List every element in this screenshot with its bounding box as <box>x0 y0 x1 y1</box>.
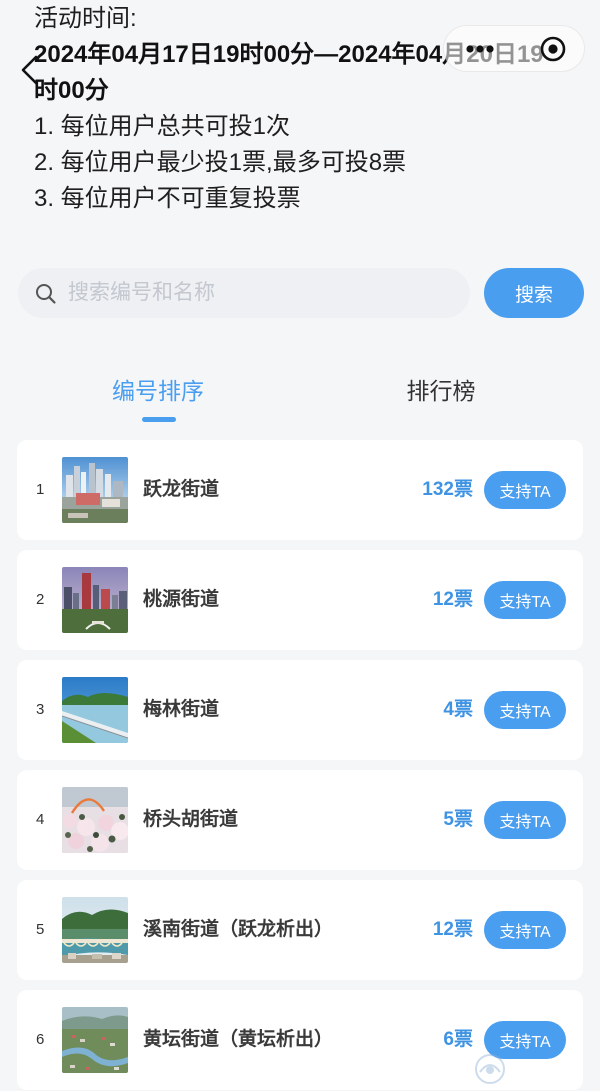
thumbnail-image <box>62 567 128 633</box>
search-input[interactable] <box>68 268 458 318</box>
support-button[interactable]: 支持TA <box>484 691 566 729</box>
support-button[interactable]: 支持TA <box>484 471 566 509</box>
more-button[interactable] <box>450 26 510 71</box>
tab-number-order[interactable]: 编号排序 <box>88 372 228 410</box>
item-name: 溪南街道（跃龙析出） <box>143 919 334 940</box>
vote-count: 132票 <box>422 479 473 500</box>
item-rank: 3 <box>36 701 45 718</box>
item-name: 桃源街道 <box>143 589 220 610</box>
list-item: 5 溪南街道（跃龙析出） 12票 支持TA <box>17 880 583 980</box>
item-name: 黄坛街道（黄坛析出） <box>143 1029 334 1050</box>
rule-line: 2. 每位用户最少投1票,最多可投8票 <box>34 149 407 176</box>
close-miniprogram-button[interactable] <box>523 26 583 71</box>
support-button[interactable]: 支持TA <box>484 911 566 949</box>
more-dots-icon <box>466 44 494 53</box>
support-button[interactable]: 支持TA <box>484 1021 566 1059</box>
item-rank: 1 <box>36 481 45 498</box>
list-item: 4 桥头胡街道 5票 支持TA <box>17 770 583 870</box>
vote-count: 6票 <box>443 1029 473 1050</box>
vote-count: 4票 <box>443 699 473 720</box>
thumbnail-image <box>62 1007 128 1073</box>
thumbnail-image <box>62 787 128 853</box>
search-icon <box>36 284 56 304</box>
item-name: 跃龙街道 <box>143 479 220 500</box>
chevron-left-icon <box>21 55 38 85</box>
target-circle-icon <box>540 36 566 61</box>
list-item: 1 跃龙街道 132票 支持TA <box>17 440 583 540</box>
thumbnail-image <box>62 457 128 523</box>
support-button[interactable]: 支持TA <box>484 581 566 619</box>
support-button[interactable]: 支持TA <box>484 801 566 839</box>
item-rank: 6 <box>36 1031 45 1048</box>
item-rank: 5 <box>36 921 45 938</box>
search-bar <box>18 268 470 318</box>
list-item: 2 桃源街道 12票 支持TA <box>17 550 583 650</box>
item-rank: 4 <box>36 811 45 828</box>
thumbnail-image <box>62 897 128 963</box>
rule-line: 1. 每位用户总共可投1次 <box>34 113 291 140</box>
vote-count: 12票 <box>432 919 473 940</box>
active-tab-indicator <box>142 417 176 422</box>
rule-line: 3. 每位用户不可重复投票 <box>34 185 301 212</box>
vote-count: 5票 <box>443 809 473 830</box>
thumbnail-image <box>62 677 128 743</box>
list-item: 6 黄坛街道（黄坛析出） 6票 支持TA <box>17 990 583 1090</box>
back-button[interactable] <box>18 54 40 86</box>
search-button[interactable]: 搜索 <box>484 268 584 318</box>
vote-count: 12票 <box>432 589 473 610</box>
item-name: 桥头胡街道 <box>143 809 239 830</box>
item-rank: 2 <box>36 591 45 608</box>
candidate-list: 1 跃龙街道 132票 支持TA 2 桃源街道 12票 支持TA 3 梅林街道 … <box>17 440 583 1091</box>
item-name: 梅林街道 <box>143 699 220 720</box>
tab-ranking[interactable]: 排行榜 <box>371 372 511 410</box>
mini-program-capsule <box>443 25 585 72</box>
list-item: 3 梅林街道 4票 支持TA <box>17 660 583 760</box>
